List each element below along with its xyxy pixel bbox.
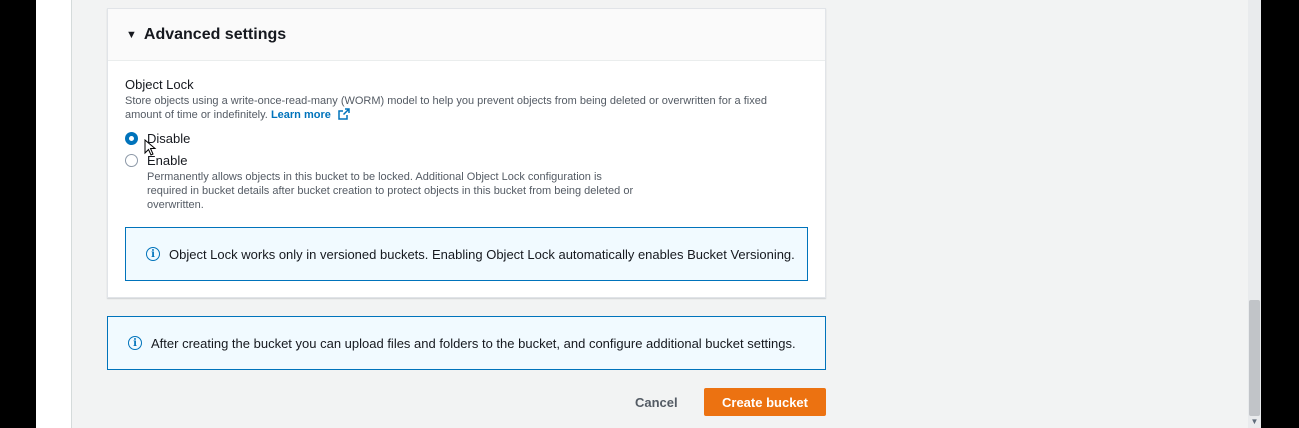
info-icon: i [146, 247, 160, 261]
versioning-info-alert: i Object Lock works only in versioned bu… [125, 227, 808, 281]
post-creation-info-alert: i After creating the bucket you can uplo… [107, 316, 826, 370]
enable-label[interactable]: Enable [147, 153, 187, 168]
external-link-icon[interactable] [338, 108, 350, 120]
side-navigation-edge [36, 0, 72, 428]
versioning-info-text: Object Lock works only in versioned buck… [169, 246, 795, 262]
advanced-settings-header[interactable]: ▼ Advanced settings [108, 9, 825, 61]
object-lock-description-text: Store objects using a write-once-read-ma… [125, 95, 767, 121]
enable-description: Permanently allows objects in this bucke… [147, 171, 634, 211]
caret-down-icon: ▼ [126, 28, 137, 41]
radio-option-enable[interactable]: Enable [125, 153, 187, 168]
enable-radio-button[interactable] [125, 154, 138, 167]
info-icon: i [128, 336, 142, 350]
advanced-settings-panel: ▼ Advanced settings Object Lock Store ob… [107, 8, 826, 298]
scroll-down-arrow-icon[interactable]: ▼ [1248, 416, 1261, 428]
page-content: ▼ Advanced settings Object Lock Store ob… [36, 0, 1261, 428]
post-creation-info-text: After creating the bucket you can upload… [151, 335, 796, 351]
scrollbar-thumb[interactable] [1249, 300, 1260, 416]
create-bucket-button[interactable]: Create bucket [704, 388, 826, 416]
disable-radio-button[interactable] [125, 132, 138, 145]
cancel-button[interactable]: Cancel [623, 390, 690, 416]
object-lock-title: Object Lock [125, 77, 194, 92]
object-lock-description: Store objects using a write-once-read-ma… [125, 94, 795, 122]
advanced-settings-title: Advanced settings [143, 25, 287, 43]
learn-more-link[interactable]: Learn more [271, 109, 331, 121]
